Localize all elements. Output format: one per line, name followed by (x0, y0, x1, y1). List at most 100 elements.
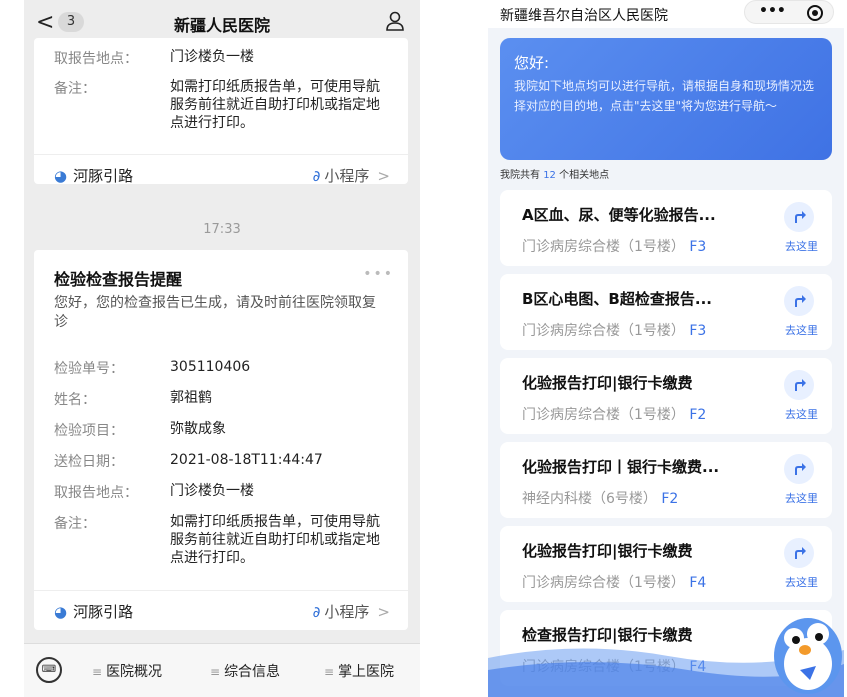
report-card-2[interactable]: 检验检查报告提醒 ••• 您好，您的检查报告已生成，请及时前往医院领取复诊 检验… (34, 250, 408, 630)
count-number: 12 (543, 170, 556, 181)
menu-label: 医院概况 (106, 664, 163, 680)
mini-program-label: 小程序 (324, 603, 370, 621)
mini-program-link[interactable]: ∂ 小程序 > (313, 165, 390, 186)
menu-item-mobile-hospital[interactable]: ≡ 掌上医院 (324, 661, 394, 681)
go-here-label[interactable]: 去这里 (785, 322, 818, 338)
navigate-arrow-icon (795, 295, 806, 307)
row-label: 取报告地点： (54, 51, 138, 67)
floor-label: F4 (689, 575, 707, 591)
row-value: 2021-08-18T11:44:47 (170, 452, 323, 468)
navigate-arrow-icon (795, 379, 806, 391)
report-card-1[interactable]: 取报告地点： 门诊楼负一楼 备注： 如需打印纸质报告单，可使用导航服务前往就近自… (34, 38, 408, 185)
row-value: 如需打印纸质报告单，可使用导航服务前往就近自助打印机或指定地点进行打印。 (170, 514, 380, 566)
location-card[interactable]: 化验报告打印|银行卡缴费 门诊病房综合楼（1号楼） F4 去这里 (500, 526, 832, 602)
link-icon: ∂ (312, 603, 321, 621)
navigate-arrow-icon (795, 547, 806, 559)
menu-label: 综合信息 (224, 664, 281, 680)
location-name: A区血、尿、便等化验报告... (522, 206, 716, 224)
count-suffix: 个相关地点 (555, 170, 610, 181)
building-label: 门诊病房综合楼（1号楼） (522, 239, 685, 255)
greeting-title: 您好: (514, 54, 550, 72)
greeting-banner: 您好: 我院如下地点均可以进行导航，请根据自身和现场情况选择对应的目的地，点击"… (500, 38, 832, 160)
dolphin-icon: ◕ (54, 167, 68, 185)
card-title: 检验检查报告提醒 (54, 270, 183, 289)
location-building: 门诊病房综合楼（1号楼） F2 (522, 404, 706, 424)
menu-item-overview[interactable]: ≡ 医院概况 (92, 661, 162, 681)
menu-icon: ≡ (210, 665, 221, 679)
greeting-text: 我院如下地点均可以进行导航，请根据自身和现场情况选择对应的目的地，点击"去这里"… (514, 79, 815, 113)
row-value: 郭祖鹤 (170, 390, 212, 406)
person-icon[interactable] (384, 10, 406, 32)
row-value: 门诊楼负一楼 (170, 49, 254, 65)
more-icon[interactable]: ••• (759, 3, 786, 19)
brand-link[interactable]: ◕ 河豚引路 (54, 601, 133, 622)
count-prefix: 我院共有 (500, 170, 544, 181)
mini-program-link[interactable]: ∂ 小程序 > (313, 601, 390, 622)
brand-link[interactable]: ◕ 河豚引路 (54, 165, 133, 186)
card-footer[interactable]: ◕ 河豚引路 ∂ 小程序 > (34, 590, 408, 630)
menu-item-info[interactable]: ≡ 综合信息 (210, 661, 280, 681)
go-here-label[interactable]: 去这里 (785, 406, 818, 422)
row-label: 备注： (54, 516, 96, 532)
building-label: 门诊病房综合楼（1号楼） (522, 407, 685, 423)
go-here-label[interactable]: 去这里 (785, 238, 818, 254)
capsule-menu: ••• (744, 0, 834, 24)
link-icon: ∂ (312, 167, 321, 185)
floor-label: F3 (689, 239, 707, 255)
building-label: 神经内科楼（6号楼） (522, 491, 657, 507)
close-target-icon[interactable] (807, 5, 823, 21)
chevron-right-icon: > (377, 167, 390, 185)
location-building: 门诊病房综合楼（1号楼） F3 (522, 320, 706, 340)
row-value: 305110406 (170, 359, 251, 375)
location-building: 神经内科楼（6号楼） F2 (522, 488, 678, 508)
card-footer[interactable]: ◕ 河豚引路 ∂ 小程序 > (34, 154, 408, 194)
row-value: 弥散成象 (170, 421, 226, 437)
location-name: B区心电图、B超检查报告... (522, 290, 712, 308)
location-card[interactable]: 化验报告打印|银行卡缴费 门诊病房综合楼（1号楼） F2 去这里 (500, 358, 832, 434)
bottom-menu-bar: ⌨ ≡ 医院概况 ≡ 综合信息 ≡ 掌上医院 (24, 643, 420, 697)
building-label: 门诊病房综合楼（1号楼） (522, 323, 685, 339)
location-name: 化验报告打印丨银行卡缴费... (522, 458, 720, 476)
go-here-button[interactable] (784, 370, 814, 400)
location-building: 门诊病房综合楼（1号楼） F4 (522, 572, 706, 592)
location-card[interactable]: A区血、尿、便等化验报告... 门诊病房综合楼（1号楼） F3 去这里 (500, 190, 832, 266)
location-count: 我院共有 12 个相关地点 (500, 166, 609, 181)
chat-screen: < 3 新疆人民医院 取报告地点： 门诊楼负一楼 备注： 如需打印纸质报告单，可… (24, 0, 420, 697)
row-value: 如需打印纸质报告单，可使用导航服务前往就近自助打印机或指定地点进行打印。 (170, 79, 380, 131)
location-name: 化验报告打印|银行卡缴费 (522, 374, 693, 392)
menu-icon: ≡ (92, 665, 103, 679)
building-label: 门诊病房综合楼（1号楼） (522, 575, 685, 591)
row-value: 门诊楼负一楼 (170, 483, 254, 499)
row-label: 检验单号： (54, 361, 124, 377)
location-card[interactable]: 化验报告打印丨银行卡缴费... 神经内科楼（6号楼） F2 去这里 (500, 442, 832, 518)
navigate-arrow-icon (795, 211, 806, 223)
mascot-icon[interactable] (764, 600, 844, 697)
floor-label: F2 (661, 491, 679, 507)
menu-icon: ≡ (324, 665, 335, 679)
go-here-button[interactable] (784, 538, 814, 568)
go-here-button[interactable] (784, 454, 814, 484)
floor-label: F3 (689, 323, 707, 339)
more-icon[interactable]: ••• (363, 266, 394, 282)
location-name: 化验报告打印|银行卡缴费 (522, 542, 693, 560)
app-header: 新疆维吾尔自治区人民医院 ••• (488, 0, 844, 28)
mini-program-label: 小程序 (324, 167, 370, 185)
floor-label: F2 (689, 407, 707, 423)
navigation-screen: 新疆维吾尔自治区人民医院 ••• 您好: 我院如下地点均可以进行导航，请根据自身… (488, 0, 844, 697)
location-building: 门诊病房综合楼（1号楼） F3 (522, 236, 706, 256)
message-time: 17:33 (203, 222, 241, 237)
brand-label: 河豚引路 (73, 603, 134, 621)
menu-label: 掌上医院 (338, 664, 395, 680)
keyboard-icon[interactable]: ⌨ (36, 657, 62, 683)
go-here-button[interactable] (784, 202, 814, 232)
go-here-label[interactable]: 去这里 (785, 490, 818, 506)
go-here-label[interactable]: 去这里 (785, 574, 818, 590)
row-label: 检验项目： (54, 423, 124, 439)
go-here-button[interactable] (784, 286, 814, 316)
row-label: 姓名： (54, 392, 96, 408)
row-label: 备注： (54, 81, 96, 97)
location-card[interactable]: B区心电图、B超检查报告... 门诊病房综合楼（1号楼） F3 去这里 (500, 274, 832, 350)
chat-title: 新疆人民医院 (173, 16, 270, 35)
brand-label: 河豚引路 (73, 167, 134, 185)
app-title: 新疆维吾尔自治区人民医院 (500, 8, 668, 24)
